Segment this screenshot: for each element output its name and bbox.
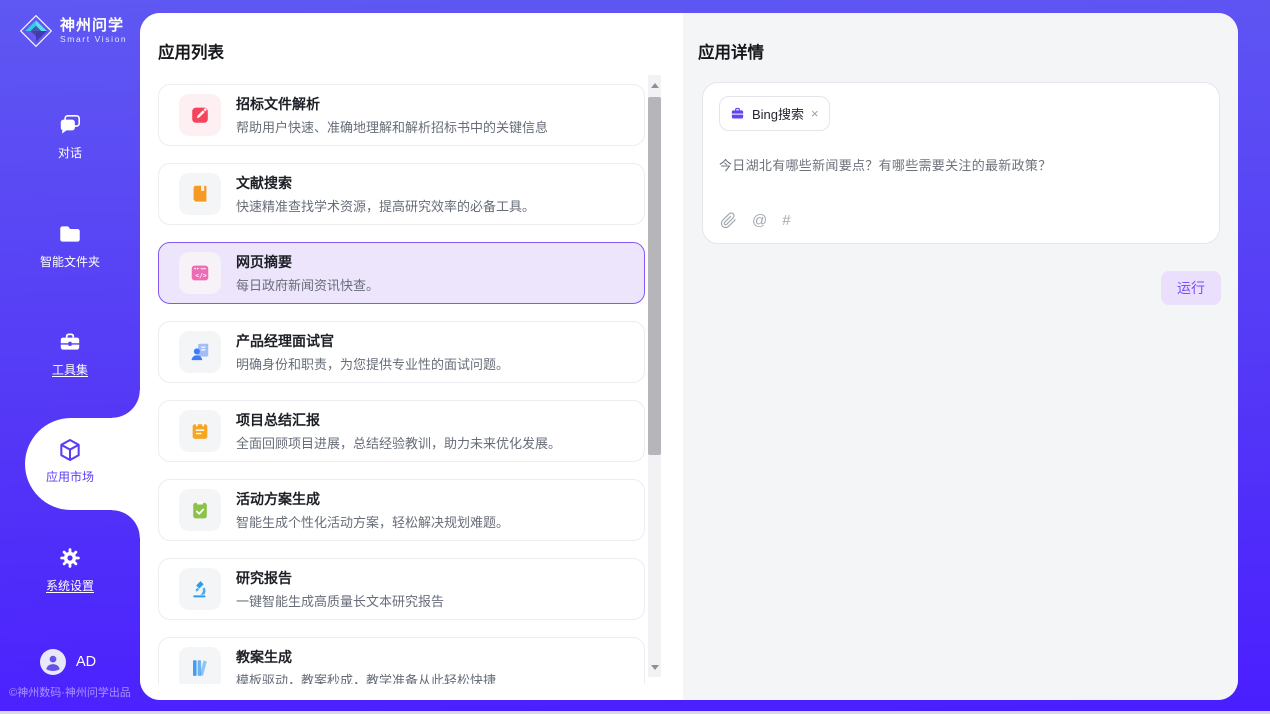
main-surface: 应用列表 招标文件解析 帮助用户快速、准确地理解和解析招标书中的关键信息 <box>140 13 1238 700</box>
tool-chip-bing-search[interactable]: Bing搜索 × <box>719 96 830 131</box>
app-desc: 模板驱动，教案秒成，教学准备从此轻松快捷 <box>236 670 496 684</box>
hash-icon[interactable]: # <box>782 212 790 229</box>
app-title: 招标文件解析 <box>236 94 548 114</box>
app-desc: 明确身份和职责，为您提供专业性的面试问题。 <box>236 354 509 373</box>
user-initials: AD <box>76 654 96 670</box>
sidebar-item-label: 对话 <box>0 144 140 161</box>
chat-icon <box>57 112 83 138</box>
brand-tagline: Smart Vision <box>60 34 127 44</box>
list-scrollbar[interactable] <box>648 75 661 677</box>
list-item-literature-search[interactable]: 文献搜索 快速精准查找学术资源，提高研究效率的必备工具。 <box>158 163 645 225</box>
briefcase-icon <box>730 106 745 121</box>
folder-icon <box>57 221 83 247</box>
app-title: 文献搜索 <box>236 173 535 193</box>
app-desc: 全面回顾项目进展，总结经验教训，助力未来优化发展。 <box>236 433 561 452</box>
chip-close-icon[interactable]: × <box>811 107 819 120</box>
app-list: 招标文件解析 帮助用户快速、准确地理解和解析招标书中的关键信息 文献搜索 快速精… <box>158 84 647 684</box>
prompt-input-card[interactable]: Bing搜索 × 今日湖北有哪些新闻要点？有哪些需要关注的最新政策？ @ # <box>702 82 1220 244</box>
app-detail-panel: 应用详情 Bing搜索 × 今日湖北有哪些新闻要点？有哪些需要关注的最新政策？ … <box>683 13 1238 700</box>
app-title: 产品经理面试官 <box>236 331 509 351</box>
toolbox-icon <box>57 329 83 355</box>
list-item-bid-doc-parse[interactable]: 招标文件解析 帮助用户快速、准确地理解和解析招标书中的关键信息 <box>158 84 645 146</box>
user-account[interactable]: AD <box>40 649 96 675</box>
note-icon <box>179 410 221 452</box>
run-button[interactable]: 运行 <box>1161 271 1221 305</box>
app-desc: 每日政府新闻资讯快查。 <box>236 275 379 294</box>
scroll-down-button[interactable] <box>648 657 661 677</box>
avatar <box>40 649 66 675</box>
sidebar-item-app-market[interactable]: 应用市场 <box>0 437 140 485</box>
list-item-research-report[interactable]: 研究报告 一键智能生成高质量长文本研究报告 <box>158 558 645 620</box>
app-title: 网页摘要 <box>236 252 379 272</box>
list-item-event-plan[interactable]: 活动方案生成 智能生成个性化活动方案，轻松解决规划难题。 <box>158 479 645 541</box>
sidebar-item-label: 系统设置 <box>0 577 140 594</box>
paperclip-icon[interactable] <box>720 212 737 229</box>
list-item-web-summary[interactable]: </> 网页摘要 每日政府新闻资讯快查。 <box>158 242 645 304</box>
mention-icon[interactable]: @ <box>752 212 767 229</box>
scroll-up-button[interactable] <box>648 75 661 95</box>
clipboard-check-icon <box>179 489 221 531</box>
books-icon <box>179 647 221 684</box>
app-list-title: 应用列表 <box>158 39 224 63</box>
sidebar-item-settings[interactable]: 系统设置 <box>0 545 140 594</box>
app-detail-title: 应用详情 <box>698 39 764 63</box>
gear-icon <box>57 545 83 571</box>
web-summary-icon: </> <box>179 252 221 294</box>
sidebar-item-toolset[interactable]: 工具集 <box>0 329 140 378</box>
sidebar-item-label: 工具集 <box>0 361 140 378</box>
cube-icon <box>57 437 83 463</box>
app-desc: 帮助用户快速、准确地理解和解析招标书中的关键信息 <box>236 117 548 136</box>
brand-name: 神州问学 <box>60 18 127 35</box>
tool-chip-label: Bing搜索 <box>752 104 804 123</box>
triangle-up-icon <box>651 83 659 88</box>
report-icon <box>179 568 221 610</box>
book-icon <box>179 173 221 215</box>
list-item-lesson-plan[interactable]: 教案生成 模板驱动，教案秒成，教学准备从此轻松快捷 <box>158 637 645 684</box>
sidebar-item-label: 应用市场 <box>0 468 140 485</box>
question-text[interactable]: 今日湖北有哪些新闻要点？有哪些需要关注的最新政策？ <box>719 155 1203 174</box>
scrollbar-thumb[interactable] <box>648 97 661 455</box>
triangle-down-icon <box>651 665 659 670</box>
brand-logo: 神州问学 Smart Vision <box>18 13 127 49</box>
list-item-pm-interviewer[interactable]: 产品经理面试官 明确身份和职责，为您提供专业性的面试问题。 <box>158 321 645 383</box>
attachment-toolbar: @ # <box>720 212 791 229</box>
app-title: 活动方案生成 <box>236 489 509 509</box>
sidebar-item-label: 智能文件夹 <box>0 253 140 270</box>
app-desc: 智能生成个性化活动方案，轻松解决规划难题。 <box>236 512 509 531</box>
copyright-footer: ©神州数码·神州问学出品 <box>0 684 140 700</box>
interviewer-icon <box>179 331 221 373</box>
app-desc: 快速精准查找学术资源，提高研究效率的必备工具。 <box>236 196 535 215</box>
app-desc: 一键智能生成高质量长文本研究报告 <box>236 591 444 610</box>
edit-doc-icon <box>179 94 221 136</box>
app-title: 教案生成 <box>236 647 496 667</box>
diamond-logo-icon <box>18 13 54 49</box>
list-item-project-summary[interactable]: 项目总结汇报 全面回顾项目进展，总结经验教训，助力未来优化发展。 <box>158 400 645 462</box>
svg-text:</>: </> <box>195 271 207 279</box>
sidebar-item-smart-folder[interactable]: 智能文件夹 <box>0 221 140 270</box>
app-list-panel: 应用列表 招标文件解析 帮助用户快速、准确地理解和解析招标书中的关键信息 <box>140 13 683 700</box>
app-title: 研究报告 <box>236 568 444 588</box>
sidebar-item-chat[interactable]: 对话 <box>0 112 140 161</box>
sidebar: 神州问学 Smart Vision 对话 智能文件夹 工具集 <box>0 0 140 714</box>
app-title: 项目总结汇报 <box>236 410 561 430</box>
